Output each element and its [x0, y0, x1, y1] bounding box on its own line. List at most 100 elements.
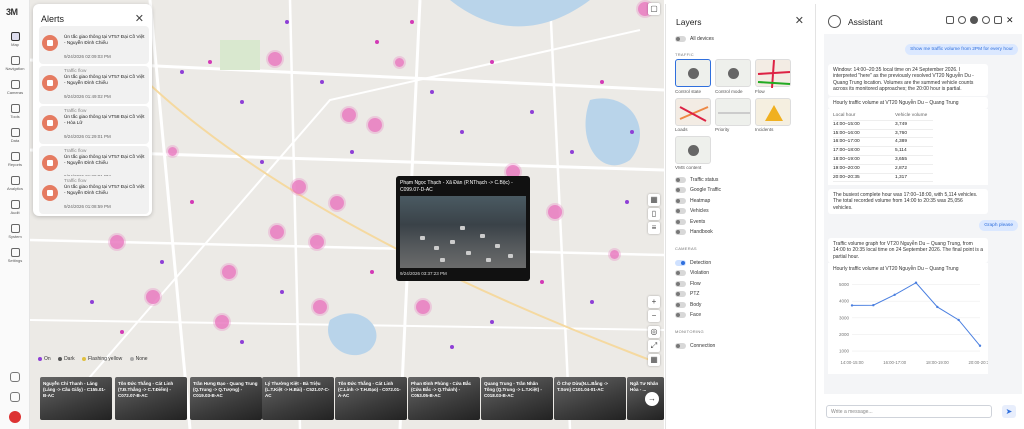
camera-marker[interactable] [190, 200, 194, 204]
camera-cluster[interactable] [146, 290, 160, 304]
camera-marker[interactable] [410, 20, 414, 24]
camera-cluster[interactable] [215, 315, 229, 329]
camera-cluster[interactable] [548, 205, 562, 219]
expand-icon[interactable] [994, 16, 1002, 24]
layer-tile-control-mode[interactable] [715, 59, 751, 87]
camera-thumbnail[interactable]: Ô Chợ Dừa(N.L.Bằng -> T.Sơn) C101.04-01-… [554, 377, 626, 420]
layer-tile-flow[interactable] [755, 59, 791, 89]
alert-item[interactable]: Traffic flow Ùn tắc giao thông tại VT57 … [39, 176, 149, 214]
layer-tile-loads[interactable] [675, 98, 711, 126]
zoom-in-button[interactable]: + [648, 296, 660, 308]
nav-item-reports[interactable]: Reports [0, 152, 30, 167]
camera-cluster[interactable] [270, 225, 284, 239]
all-devices-toggle[interactable] [675, 36, 686, 42]
camera-feed-image[interactable] [400, 196, 526, 268]
camera-marker[interactable] [320, 80, 324, 84]
close-icon[interactable]: ✕ [795, 14, 804, 27]
camera-thumbnail[interactable]: Lý Thường Kiệt - Bà Triệu (L.T.Kiệt -> H… [262, 377, 334, 420]
camera-marker[interactable] [625, 200, 629, 204]
camera-marker[interactable] [120, 330, 124, 334]
camera-marker[interactable] [450, 345, 454, 349]
camera-cluster[interactable] [610, 250, 619, 259]
camera-thumbnail[interactable]: Quang Trung - Trần Nhân Tông (Q.Trung ->… [481, 377, 553, 420]
camera-marker[interactable] [460, 130, 464, 134]
connection-toggle[interactable] [675, 343, 686, 349]
nav-item-audit[interactable]: Audit [0, 200, 30, 215]
camera-marker[interactable] [375, 40, 379, 44]
camera-cluster[interactable] [222, 265, 236, 279]
events-toggle[interactable] [675, 219, 686, 225]
camera-cluster[interactable] [313, 300, 327, 314]
filter-button[interactable]: ≡ [648, 222, 660, 234]
send-icon[interactable]: ➤ [1002, 405, 1016, 418]
camera-cluster[interactable] [342, 108, 356, 122]
camera-marker[interactable] [430, 90, 434, 94]
message-input[interactable]: Write a message... [826, 405, 992, 418]
camera-cluster[interactable] [395, 58, 404, 67]
camera-thumbnail[interactable]: Nguyễn Chí Thanh - Láng (Láng -> Cầu Giấ… [40, 377, 112, 420]
alert-item[interactable]: Traffic flow Ùn tắc giao thông tại VT58 … [39, 106, 149, 144]
camera-marker[interactable] [240, 100, 244, 104]
camera-marker[interactable] [570, 150, 574, 154]
traffic-status-toggle[interactable] [675, 177, 686, 183]
layer-tile-priority[interactable] [715, 98, 751, 126]
close-icon[interactable]: ✕ [135, 12, 144, 25]
camera-marker[interactable] [490, 320, 494, 324]
nav-item-cameras[interactable]: Cameras [0, 80, 30, 95]
nav-item-navigation[interactable]: Navigation [0, 56, 30, 71]
google-traffic-toggle[interactable] [675, 187, 686, 193]
body-toggle[interactable] [675, 302, 686, 308]
theme-icon[interactable] [982, 16, 990, 24]
sidebar-icon[interactable] [946, 16, 954, 24]
camera-marker[interactable] [280, 290, 284, 294]
camera-marker[interactable] [240, 340, 244, 344]
traffic-light-button[interactable]: ▯ [648, 208, 660, 220]
camera-grid-button[interactable]: ▦ [648, 354, 660, 366]
camera-marker[interactable] [90, 300, 94, 304]
flow-toggle[interactable] [675, 281, 686, 287]
handbook-toggle[interactable] [675, 229, 686, 235]
camera-cluster[interactable] [292, 180, 306, 194]
camera-marker[interactable] [180, 70, 184, 74]
grid-view-button[interactable]: ▦ [648, 194, 660, 206]
mail-icon[interactable] [10, 392, 20, 402]
camera-marker[interactable] [285, 20, 289, 24]
camera-marker[interactable] [490, 60, 494, 64]
nav-item-system[interactable]: System [0, 224, 30, 239]
camera-thumbnail[interactable]: Tôn Đức Thắng - Cát Linh (T.Đ.Thắng -> C… [115, 377, 187, 420]
nav-item-map[interactable]: Map [0, 32, 30, 47]
layer-tile-incidents[interactable] [755, 98, 791, 126]
camera-cluster[interactable] [368, 118, 382, 132]
camera-marker[interactable] [208, 60, 212, 64]
camera-cluster[interactable] [416, 300, 430, 314]
camera-thumbnail[interactable]: Trần Hưng Đạo - Quang Trung (Q.Trung -> … [190, 377, 262, 420]
camera-marker[interactable] [590, 300, 594, 304]
heatmap-toggle[interactable] [675, 198, 686, 204]
close-icon[interactable]: ✕ [1006, 16, 1014, 25]
camera-marker[interactable] [600, 80, 604, 84]
camera-cluster[interactable] [310, 235, 324, 249]
camera-cluster[interactable] [110, 235, 124, 249]
user-avatar[interactable] [9, 411, 21, 423]
camera-marker[interactable] [350, 150, 354, 154]
camera-marker[interactable] [260, 160, 264, 164]
vehicles-toggle[interactable] [675, 208, 686, 214]
map-layers-button[interactable]: ▢ [648, 3, 660, 15]
locate-button[interactable]: ◎ [648, 326, 660, 338]
camera-marker[interactable] [160, 260, 164, 264]
camera-marker[interactable] [630, 130, 634, 134]
camera-marker[interactable] [530, 110, 534, 114]
face-toggle[interactable] [675, 312, 686, 318]
alert-item[interactable]: Traffic flow Ùn tắc giao thông tại VT57 … [39, 66, 149, 104]
fullscreen-button[interactable]: ⤢ [648, 340, 660, 352]
nav-item-analytics[interactable]: Analytics [0, 176, 30, 191]
layer-tile-control-state[interactable] [675, 59, 711, 87]
next-arrow-icon[interactable]: → [645, 392, 659, 406]
camera-cluster[interactable] [268, 52, 282, 66]
ptz-toggle[interactable] [675, 291, 686, 297]
camera-popup[interactable]: Phạm Ngọc Thạch - Xã Đàn (P.NThạch -> C.… [396, 176, 530, 281]
eye-icon[interactable] [970, 16, 978, 24]
zoom-out-button[interactable]: − [648, 310, 660, 322]
nav-item-tools[interactable]: Tools [0, 104, 30, 119]
violation-toggle[interactable] [675, 270, 686, 276]
